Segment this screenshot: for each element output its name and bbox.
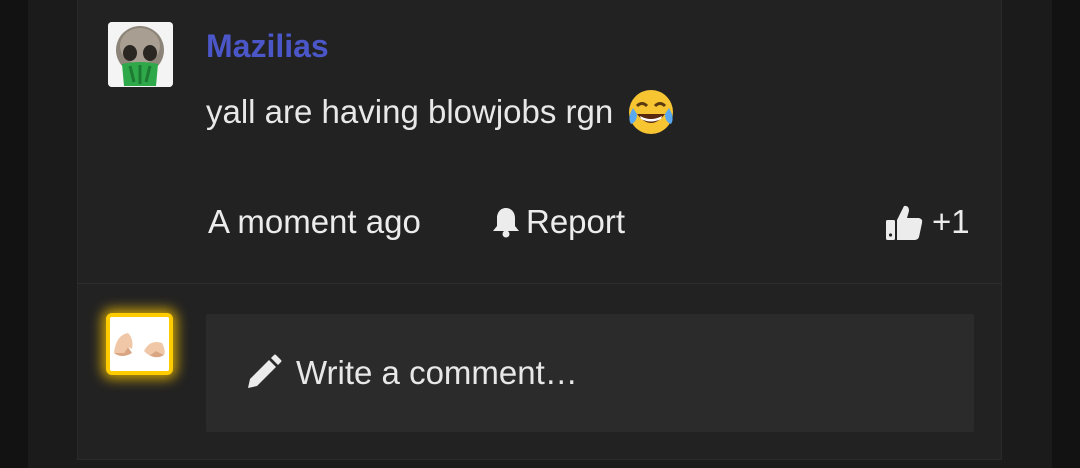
bell-icon [493, 208, 519, 238]
comment-body: yall are having blowjobs rgn [206, 86, 677, 138]
comment-timestamp: A moment ago [208, 203, 421, 240]
comment-author-name[interactable]: Mazilias [206, 26, 329, 66]
comment-meta-row: A moment ago Report +1 [0, 200, 1080, 244]
page: Mazilias yall are having blowjobs rgn A … [0, 0, 1080, 468]
comment-text: yall are having blowjobs rgn [206, 93, 614, 130]
like-button[interactable]: +1 [884, 200, 970, 244]
report-label: Report [526, 203, 626, 240]
pencil-icon [248, 354, 282, 388]
author-avatar[interactable] [108, 22, 173, 87]
report-button[interactable]: Report [490, 200, 625, 244]
comment-input[interactable]: Write a comment… [206, 314, 974, 432]
thumbs-up-icon [886, 205, 923, 240]
comment-input-placeholder: Write a comment… [296, 354, 578, 391]
face-with-tears-of-joy-icon [625, 86, 677, 138]
divider [78, 283, 1001, 284]
like-count: +1 [932, 203, 970, 240]
skull-avatar-icon [108, 22, 173, 87]
current-user-avatar[interactable] [106, 313, 173, 375]
eggshell-avatar-icon [110, 317, 169, 371]
